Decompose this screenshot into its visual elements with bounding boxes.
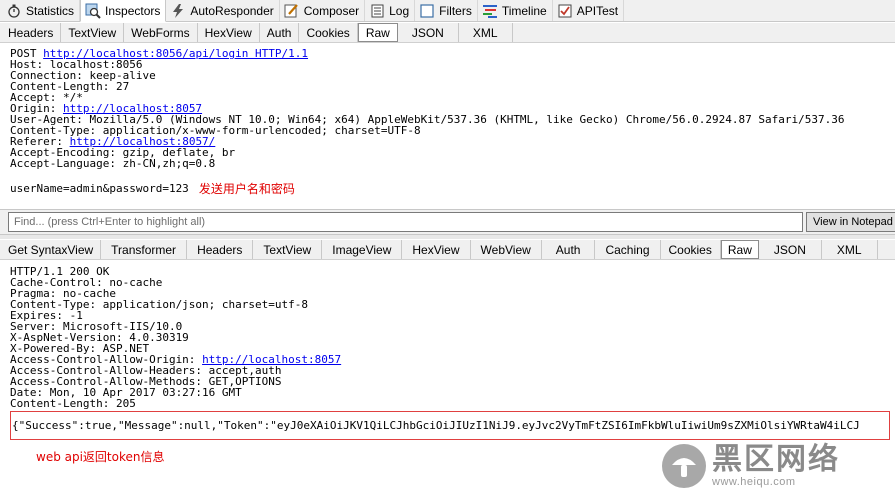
request-tab-auth[interactable]: Auth [260,23,300,42]
tab-apitest[interactable]: APITest [553,0,625,21]
tab-label: Filters [439,3,472,18]
response-tab-webview[interactable]: WebView [471,240,542,259]
request-inspector-tabs: Headers TextView WebForms HexView Auth C… [0,23,895,43]
request-body-annotation: 发送用户名和密码 [198,182,295,196]
tab-label: Log [389,3,410,18]
tab-label: AutoResponder [190,3,274,18]
pane-splitter[interactable] [0,235,895,239]
tab-autoresponder[interactable]: AutoResponder [166,0,280,21]
request-tab-webforms[interactable]: WebForms [124,23,198,42]
request-body: userName=admin&password=123 [10,182,189,195]
request-tab-hexview[interactable]: HexView [198,23,260,42]
watermark-logo [662,444,706,488]
stopwatch-icon [6,3,22,19]
response-tab-hexview[interactable]: HexView [402,240,471,259]
response-tab-json[interactable]: JSON [759,240,822,259]
tab-label: Statistics [26,3,75,18]
log-icon [369,3,385,19]
response-tab-get-syntaxview[interactable]: Get SyntaxView [1,240,102,259]
request-tab-cookies[interactable]: Cookies [299,23,358,42]
request-tab-raw[interactable]: Raw [357,23,398,42]
response-tab-cookies[interactable]: Cookies [661,240,721,259]
site-watermark: 黑区网络 www.heiqu.com [662,441,895,491]
response-raw-view[interactable]: HTTP/1.1 200 OK Cache-Control: no-cache … [10,266,341,409]
response-body-annotation: web api返回token信息 [36,450,165,464]
tab-filters[interactable]: Filters [415,0,478,21]
tab-composer[interactable]: Composer [280,0,366,21]
response-tab-textview[interactable]: TextView [253,240,323,259]
main-tab-bar: Statistics Inspectors AutoResponder Comp… [0,0,895,22]
request-raw-view[interactable]: POST http://localhost:8056/api/login HTT… [10,48,844,169]
request-accept-language: Accept-Language: zh-CN,zh;q=0.8 [10,157,216,170]
watermark-url: www.heiqu.com [712,476,796,488]
tab-inspectors[interactable]: Inspectors [80,0,167,22]
request-tab-json[interactable]: JSON [398,23,459,42]
tab-label: Timeline [501,3,547,18]
request-body-line: userName=admin&password=123 发送用户名和密码 [10,180,295,197]
response-tab-caching[interactable]: Caching [595,240,661,259]
response-tab-auth[interactable]: Auth [542,240,596,259]
response-tab-headers[interactable]: Headers [187,240,254,259]
tab-timeline[interactable]: Timeline [478,0,553,21]
response-tab-xml[interactable]: XML [822,240,878,259]
checkbox-icon [419,3,435,19]
tab-statistics[interactable]: Statistics [2,0,81,21]
magnifier-icon [85,3,101,19]
response-tab-transformer[interactable]: Transformer [101,240,188,259]
response-body-json: {"Success":true,"Message":null,"Token":"… [12,420,860,431]
tab-label: APITest [576,3,619,18]
watermark-title: 黑区网络 [712,442,840,477]
timeline-icon [482,3,498,19]
response-tab-imageview[interactable]: ImageView [322,240,403,259]
tab-log[interactable]: Log [365,0,416,21]
tab-label: Inspectors [105,3,161,18]
request-tab-xml[interactable]: XML [459,23,513,42]
response-content-length: Content-Length: 205 [10,397,136,410]
view-in-notepad-button[interactable]: View in Notepad [806,212,895,232]
response-tab-raw[interactable]: Raw [720,240,759,259]
pencil-icon [284,3,300,19]
request-tab-headers[interactable]: Headers [1,23,62,42]
watermark-mushroom-icon [672,458,696,477]
lightning-icon [170,3,186,19]
response-inspector-tabs: Get SyntaxView Transformer Headers TextV… [0,240,895,260]
tab-label: Composer [303,3,360,18]
check-icon [557,3,573,19]
find-input[interactable]: Find... (press Ctrl+Enter to highlight a… [8,212,803,232]
find-bar: Find... (press Ctrl+Enter to highlight a… [0,209,895,235]
request-tab-textview[interactable]: TextView [61,23,125,42]
